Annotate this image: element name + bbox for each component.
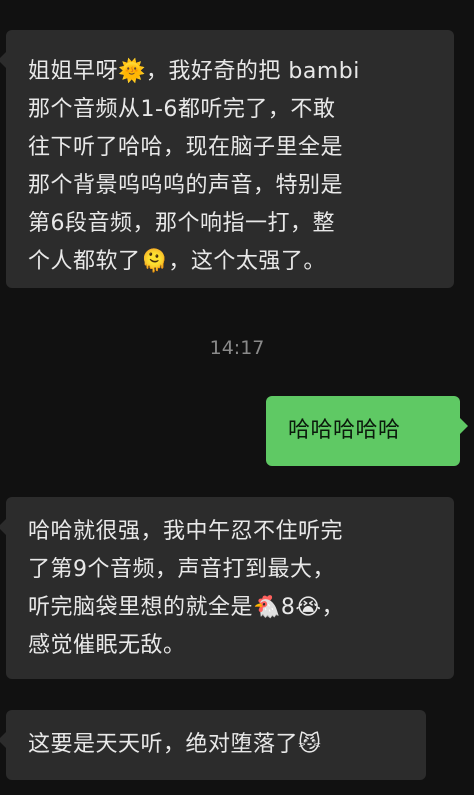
message-line: 那个音频从1-6都听完了，不敢 <box>28 97 336 122</box>
message-bubble-incoming[interactable]: 这要是天天听，绝对堕落了😼 <box>0 710 426 780</box>
message-line: 往下听了哈哈，现在脑子里全是 <box>28 135 344 160</box>
message-line: 听完脑袋里想的就全是🐔8😭， <box>28 595 345 620</box>
message-line: 这要是天天听，绝对堕落了😼 <box>28 732 322 757</box>
message-line: 那个背景呜呜呜的声音，特别是 <box>28 173 344 198</box>
message-line: 了第9个音频，声音打到最大， <box>28 557 335 582</box>
message-bubble-incoming[interactable]: 哈哈就很强，我中午忍不住听完 了第9个音频，声音打到最大， 听完脑袋里想的就全是… <box>0 497 454 679</box>
message-timestamp: 14:17 <box>209 337 265 359</box>
message-bubble-outgoing[interactable]: 哈哈哈哈哈 <box>266 396 468 466</box>
message-line: 哈哈就很强，我中午忍不住听完 <box>28 519 344 544</box>
message-line: 姐姐早呀🌞，我好奇的把 bambi <box>28 59 360 84</box>
message-line: 感觉催眠无敌。 <box>28 633 186 658</box>
message-line: 个人都软了🫠，这个太强了。 <box>28 249 326 274</box>
message-bubble-incoming[interactable]: 姐姐早呀🌞，我好奇的把 bambi 那个音频从1-6都听完了，不敢 往下听了哈哈… <box>0 30 454 288</box>
message-line: 第6段音频，那个响指一打，整 <box>28 211 335 236</box>
message-line: 哈哈哈哈哈 <box>288 418 401 443</box>
